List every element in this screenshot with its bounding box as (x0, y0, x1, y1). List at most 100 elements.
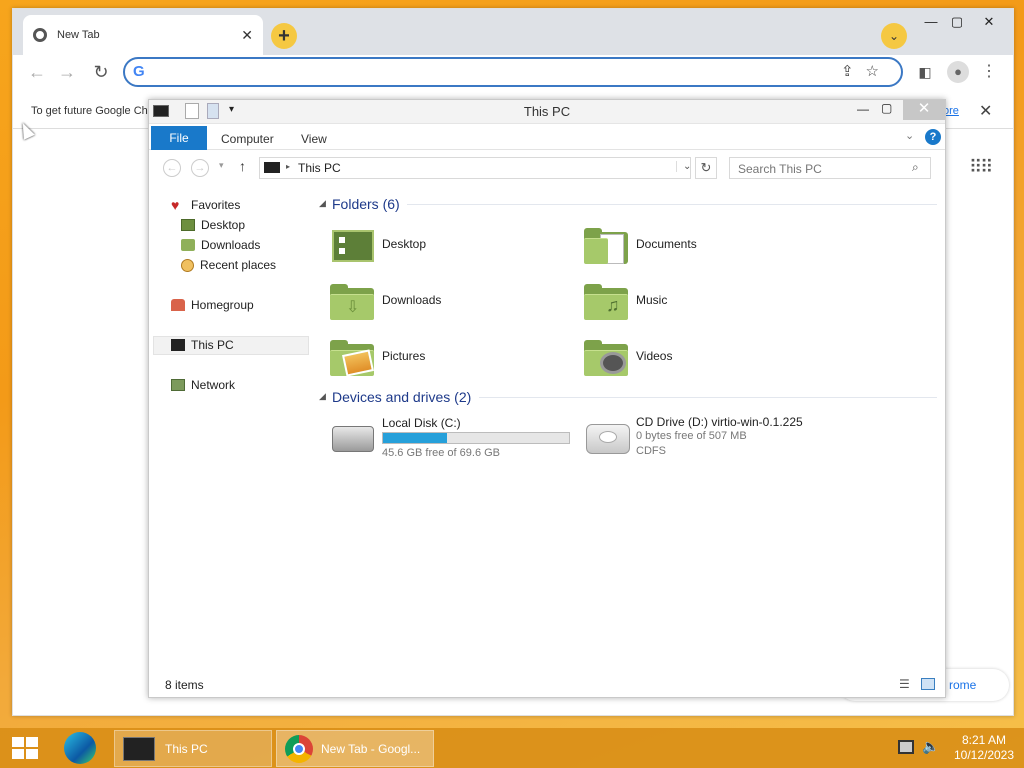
drive-local-disk-c[interactable]: Local Disk (C:) 45.6 GB free of 69.6 GB (330, 414, 575, 460)
infobar-close-icon[interactable]: ✕ (979, 101, 992, 121)
close-window-icon[interactable]: ✕ (975, 13, 1003, 31)
nav-favorites[interactable]: ♥ Favorites (171, 198, 240, 212)
volume-muted-icon[interactable]: 🔈 (922, 738, 939, 755)
edge-icon[interactable] (64, 732, 96, 764)
reload-icon[interactable]: ↻ (89, 60, 113, 84)
share-icon[interactable]: ⇪ (841, 63, 866, 80)
folders-header[interactable]: Folders (6) (332, 196, 400, 212)
nav-network[interactable]: Network (171, 378, 235, 392)
google-g-icon: G (133, 63, 145, 80)
network-tray-icon[interactable] (898, 740, 914, 754)
up-icon[interactable]: ↑ (239, 158, 246, 174)
heart-icon: ♥ (171, 197, 180, 213)
desktop-folder-icon (332, 230, 374, 262)
disc-mark (599, 431, 617, 443)
tab-title: New Tab (57, 29, 100, 41)
nav-desktop-label: Desktop (201, 218, 246, 232)
search-input[interactable]: Search This PC ⌕ (729, 157, 931, 179)
nav-desktop[interactable]: Desktop (181, 218, 245, 232)
ribbon-tab-file[interactable]: File (151, 126, 207, 150)
nav-homegroup[interactable]: Homegroup (171, 298, 254, 312)
nav-this-pc[interactable]: This PC (171, 338, 234, 352)
folder-desktop[interactable]: Desktop (330, 228, 570, 268)
folder-label: Pictures (382, 349, 426, 363)
item-count: 8 items (165, 678, 204, 692)
large-icons-view-icon[interactable] (921, 678, 935, 690)
refresh-icon[interactable]: ↻ (695, 157, 717, 179)
taskbar-chrome-label: New Tab - Googl... (321, 741, 421, 756)
taskbar-explorer-label: This PC (165, 741, 208, 756)
explorer-title: This PC (523, 104, 571, 119)
recent-locations-icon[interactable]: ▾ (219, 160, 224, 171)
omnibox-actions: ⇪☆ (841, 62, 891, 80)
down-arrow-mark: ⇩ (346, 299, 360, 316)
details-view-icon[interactable]: ☰ (899, 677, 910, 691)
chrome-toolbar: ← → ↻ G ⇪☆ ◧ ● ⋮ (13, 55, 1013, 89)
film-reel-mark (600, 352, 626, 374)
new-tab-button[interactable]: + (271, 23, 297, 49)
folder-videos[interactable]: Videos (584, 340, 824, 380)
menu-kebab-icon[interactable]: ⋮ (977, 60, 1001, 84)
folder-documents[interactable]: Documents (584, 228, 824, 268)
tab-new-tab[interactable]: New Tab ✕ (23, 15, 263, 55)
drive-cd-d[interactable]: CD Drive (D:) virtio-win-0.1.225 0 bytes… (584, 414, 884, 460)
ribbon-tab-computer[interactable]: Computer (221, 132, 274, 146)
taskbar-chrome-button[interactable]: New Tab - Googl... (276, 730, 434, 767)
explorer-titlebar: ▾ This PC — ▢ ✕ (149, 100, 945, 124)
music-folder-icon: ♫ (584, 284, 628, 320)
breadcrumb-chevron-icon: ▸ (286, 162, 291, 171)
ribbon: File Computer View ⌄ ? (149, 124, 945, 150)
address-bar[interactable]: ▸ This PC ⌄ (259, 157, 691, 179)
explorer-close-icon[interactable]: ✕ (903, 100, 945, 120)
explorer-maximize-icon[interactable]: ▢ (881, 101, 892, 115)
start-windows-icon[interactable] (12, 737, 38, 759)
address-path: This PC (298, 161, 341, 175)
chrome-tabstrip: New Tab ✕ + ⌄ — ▢ ✕ (13, 9, 1013, 55)
address-dropdown-icon[interactable]: ⌄ (676, 161, 691, 172)
taskbar-explorer-button[interactable]: This PC (114, 730, 272, 767)
explorer-back-icon[interactable]: ← (163, 159, 181, 177)
folder-music[interactable]: ♫ Music (584, 284, 824, 324)
clock[interactable]: 8:21 AM 10/12/2023 (946, 733, 1022, 763)
ribbon-tab-view[interactable]: View (301, 132, 327, 146)
devices-header[interactable]: Devices and drives (2) (332, 389, 471, 405)
nav-thispc-label: This PC (191, 338, 234, 352)
side-panel-icon[interactable]: ◧ (913, 60, 937, 84)
nav-network-label: Network (191, 378, 236, 392)
folder-label: Documents (636, 237, 697, 251)
forward-icon[interactable]: → (55, 60, 79, 84)
profile-avatar-icon[interactable]: ● (947, 61, 969, 83)
folder-pictures[interactable]: Pictures (330, 340, 570, 380)
documents-folder-icon (584, 228, 628, 264)
folders-divider (407, 204, 937, 205)
explorer-forward-icon[interactable]: → (191, 159, 209, 177)
collapse-devices-icon[interactable]: ◢ (319, 391, 326, 402)
nav-recent-places[interactable]: Recent places (181, 258, 276, 272)
drive-usage-bar (382, 432, 570, 444)
minimize-icon[interactable]: — (917, 13, 945, 31)
maximize-icon[interactable]: ▢ (943, 13, 971, 31)
chrome-taskbar-icon (285, 734, 313, 763)
close-tab-icon[interactable]: ✕ (241, 27, 253, 44)
homegroup-icon (171, 299, 185, 311)
explorer-minimize-icon[interactable]: — (857, 102, 869, 116)
nav-homegroup-label: Homegroup (191, 298, 254, 312)
apps-grid-icon[interactable]: ⠿⠿ (969, 157, 993, 178)
expand-ribbon-chevron-icon[interactable]: ⌄ (905, 129, 914, 142)
help-icon[interactable]: ? (925, 129, 941, 145)
nav-downloads-label: Downloads (201, 238, 261, 252)
folder-label: Downloads (382, 293, 442, 307)
infobar-text: To get future Google Chi (31, 105, 151, 117)
desktop-shortcut-mark (339, 237, 345, 243)
back-icon[interactable]: ← (25, 60, 49, 84)
folder-downloads[interactable]: ⇩ Downloads (330, 284, 570, 324)
videos-folder-icon (584, 340, 628, 376)
desktop-icon (181, 219, 195, 231)
omnibox-input[interactable]: G ⇪☆ (123, 57, 903, 87)
nav-downloads[interactable]: Downloads (181, 238, 260, 252)
drive-name: CD Drive (D:) virtio-win-0.1.225 (636, 415, 803, 429)
bookmark-star-icon[interactable]: ☆ (866, 63, 891, 80)
drive-filesystem: CDFS (636, 445, 666, 457)
tab-search-chevron-icon[interactable]: ⌄ (881, 23, 907, 49)
collapse-folders-icon[interactable]: ◢ (319, 198, 326, 209)
